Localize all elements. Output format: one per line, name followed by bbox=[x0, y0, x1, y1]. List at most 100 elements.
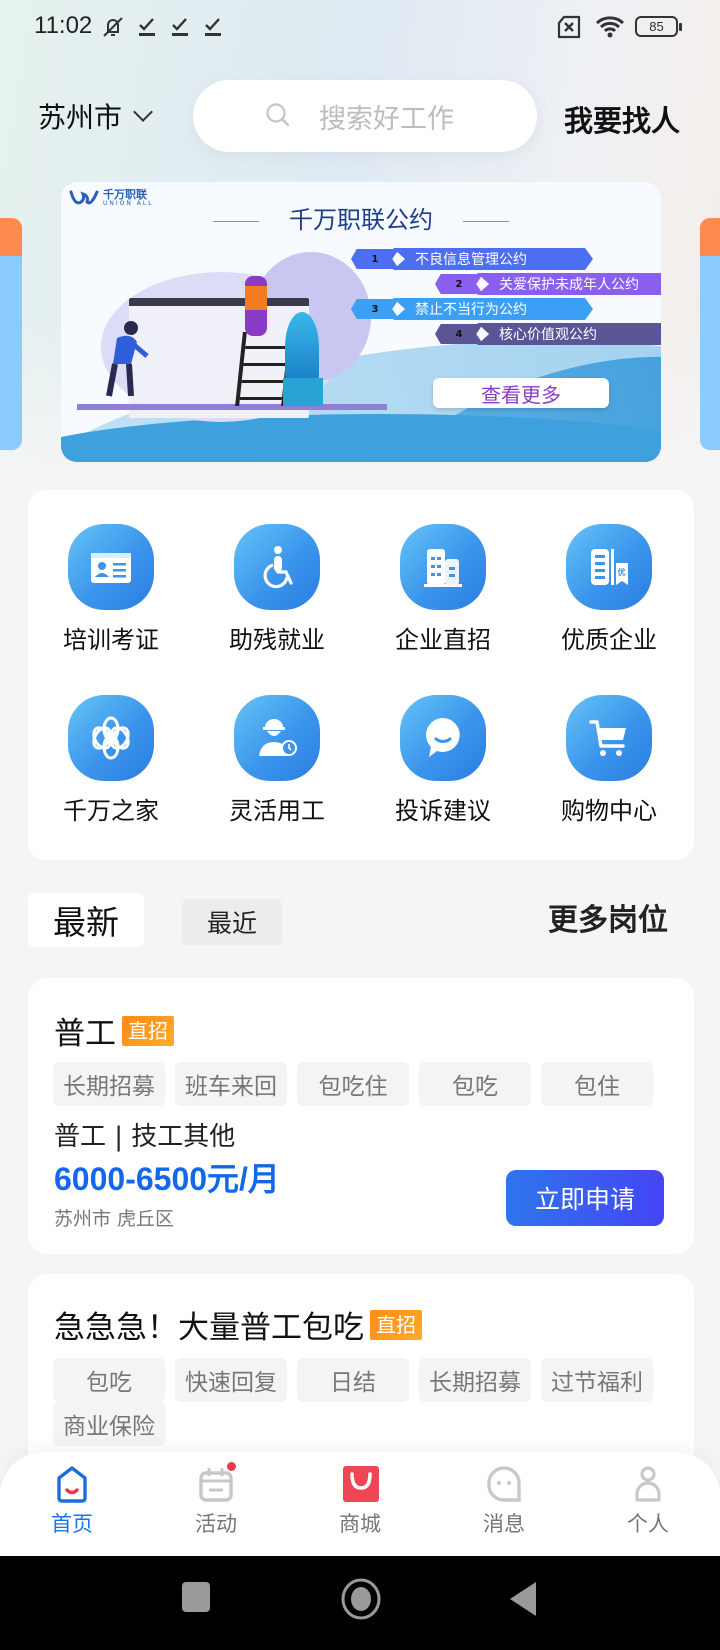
status-time: 11:02 bbox=[34, 12, 93, 39]
banner-more-button[interactable]: 查看更多 bbox=[433, 378, 609, 408]
nav-label: 商城 bbox=[339, 1512, 381, 1536]
job-card[interactable]: 急急急！大量普工包吃 直招 包吃 快速回复 日结 长期招募 过节福利 商业保险 bbox=[28, 1274, 694, 1474]
quick-item-direct-hire[interactable]: 企业直招 bbox=[373, 524, 513, 655]
recent-apps-button[interactable] bbox=[181, 1581, 211, 1613]
quick-item-label: 优质企业 bbox=[561, 626, 657, 654]
job-tag: 长期招募 bbox=[53, 1062, 165, 1106]
nav-activity[interactable]: 活动 bbox=[171, 1462, 261, 1538]
battery-indicator: 85 bbox=[635, 16, 682, 37]
person-illustration-icon bbox=[245, 276, 267, 336]
nav-mall[interactable]: 商城 bbox=[315, 1464, 405, 1538]
search-icon bbox=[266, 103, 290, 127]
quick-item-label: 灵活用工 bbox=[229, 797, 325, 825]
home-icon bbox=[57, 1466, 87, 1503]
pact-item-1: 1 不良信息管理公约 bbox=[351, 248, 593, 270]
banner-prev-peek[interactable] bbox=[0, 218, 22, 450]
job-category: 普工 | 技工其他 bbox=[54, 1122, 236, 1152]
job-tag: 过节福利 bbox=[541, 1358, 653, 1402]
nav-home[interactable]: 首页 bbox=[27, 1464, 117, 1538]
system-nav-bar bbox=[0, 1556, 720, 1650]
banner-pact[interactable]: 千万职联 UNION ALL 千万职联公约 1 不良信息管理公约 2 关爱保护未… bbox=[61, 182, 661, 462]
find-people-button[interactable]: 我要找人 bbox=[564, 98, 680, 140]
job-title-row: 普工 直招 bbox=[54, 1008, 174, 1053]
job-tags: 包吃 快速回复 日结 长期招募 过节福利 商业保险 bbox=[53, 1358, 673, 1446]
notification-dot bbox=[227, 1462, 236, 1471]
message-icon bbox=[487, 1466, 521, 1502]
job-tag: 包吃 bbox=[419, 1062, 531, 1106]
job-tag: 快速回复 bbox=[175, 1358, 287, 1402]
shopping-cart-icon bbox=[589, 720, 626, 756]
check-icon bbox=[172, 18, 188, 36]
quick-item-label: 培训考证 bbox=[63, 626, 159, 654]
knot-icon bbox=[92, 716, 130, 760]
quick-item-label: 企业直招 bbox=[395, 626, 491, 654]
id-card-icon bbox=[91, 553, 131, 583]
chevron-down-icon bbox=[133, 102, 153, 122]
illustration-floor bbox=[77, 404, 387, 410]
check-icon bbox=[205, 18, 221, 36]
quick-menu: 培训考证 助残就业 企业直招 优 优质企业 千万之家 灵活用工 投诉建议 购物中… bbox=[28, 490, 694, 860]
back-button[interactable] bbox=[508, 1581, 538, 1617]
nav-messages[interactable]: 消息 bbox=[459, 1464, 549, 1538]
nav-label: 个人 bbox=[627, 1512, 669, 1536]
nav-label: 活动 bbox=[195, 1512, 237, 1536]
pact-item-4: 4 核心价值观公约 bbox=[435, 323, 661, 345]
nav-label: 首页 bbox=[51, 1512, 93, 1536]
job-card[interactable]: 普工 直招 长期招募 班车来回 包吃住 包吃 包住 普工 | 技工其他 6000… bbox=[28, 978, 694, 1254]
pact-item-2: 2 关爱保护未成年人公约 bbox=[435, 273, 661, 295]
tab-recent[interactable]: 最近 bbox=[182, 899, 282, 945]
wifi-icon bbox=[595, 16, 625, 38]
job-location: 苏州市 虎丘区 bbox=[54, 1208, 175, 1230]
quick-item-training-cert[interactable]: 培训考证 bbox=[41, 524, 181, 655]
job-tag: 长期招募 bbox=[419, 1358, 531, 1402]
job-title-row: 急急急！大量普工包吃 直招 bbox=[54, 1302, 422, 1347]
job-tag: 包吃住 bbox=[297, 1062, 409, 1106]
search-placeholder: 搜索好工作 bbox=[319, 103, 454, 135]
bottom-nav: 首页 活动 商城 消息 个人 bbox=[0, 1452, 720, 1556]
no-sim-icon bbox=[557, 15, 581, 39]
quick-item-shopping[interactable]: 购物中心 bbox=[539, 695, 679, 826]
job-tag: 商业保险 bbox=[53, 1402, 165, 1446]
quick-item-disability-employment[interactable]: 助残就业 bbox=[207, 524, 347, 655]
mute-icon bbox=[103, 17, 123, 37]
apply-button[interactable]: 立即申请 bbox=[506, 1170, 664, 1226]
job-tag: 班车来回 bbox=[175, 1062, 287, 1106]
nav-label: 消息 bbox=[483, 1512, 525, 1536]
pot-illustration-icon bbox=[283, 378, 323, 406]
quick-item-quality-company[interactable]: 优 优质企业 bbox=[539, 524, 679, 655]
job-tags: 长期招募 班车来回 包吃住 包吃 包住 bbox=[53, 1062, 673, 1106]
quick-item-label: 购物中心 bbox=[561, 797, 657, 825]
tab-latest[interactable]: 最新 bbox=[28, 893, 144, 947]
job-tag: 包吃 bbox=[53, 1358, 165, 1402]
quick-item-flexible-work[interactable]: 灵活用工 bbox=[207, 695, 347, 826]
status-bar: 11:02 85 bbox=[0, 0, 720, 56]
quick-item-label: 投诉建议 bbox=[395, 797, 491, 825]
shopping-bag-icon bbox=[343, 1466, 379, 1502]
logo-text: 千万职联 bbox=[103, 188, 147, 201]
banner-next-peek[interactable] bbox=[700, 218, 720, 450]
buildings-icon bbox=[424, 549, 462, 587]
svg-text:优: 优 bbox=[618, 567, 626, 577]
person-illustration-icon bbox=[106, 321, 149, 397]
chat-bubble-icon bbox=[426, 718, 460, 757]
job-tag: 包住 bbox=[541, 1062, 653, 1106]
job-salary: 6000-6500元/月 bbox=[54, 1161, 280, 1197]
quick-item-home[interactable]: 千万之家 bbox=[41, 695, 181, 826]
search-input[interactable]: 搜索好工作 bbox=[193, 80, 537, 152]
quick-item-label: 千万之家 bbox=[63, 797, 159, 825]
nav-profile[interactable]: 个人 bbox=[603, 1464, 693, 1538]
home-button[interactable] bbox=[340, 1578, 382, 1620]
more-jobs-link[interactable]: 更多岗位 bbox=[548, 895, 668, 939]
check-icon bbox=[139, 18, 155, 36]
plant-illustration-icon bbox=[285, 312, 319, 382]
person-icon bbox=[635, 1466, 661, 1502]
city-label: 苏州市 bbox=[38, 101, 123, 134]
job-tag: 日结 bbox=[297, 1358, 409, 1402]
pact-item-3: 3 禁止不当行为公约 bbox=[351, 298, 593, 320]
direct-hire-badge: 直招 bbox=[122, 1015, 174, 1046]
banner-title: 千万职联公约 bbox=[61, 200, 661, 235]
quick-item-label: 助残就业 bbox=[229, 626, 325, 654]
city-selector[interactable]: 苏州市 bbox=[38, 96, 153, 136]
wheelchair-icon bbox=[263, 546, 293, 589]
quick-item-complaint[interactable]: 投诉建议 bbox=[373, 695, 513, 826]
